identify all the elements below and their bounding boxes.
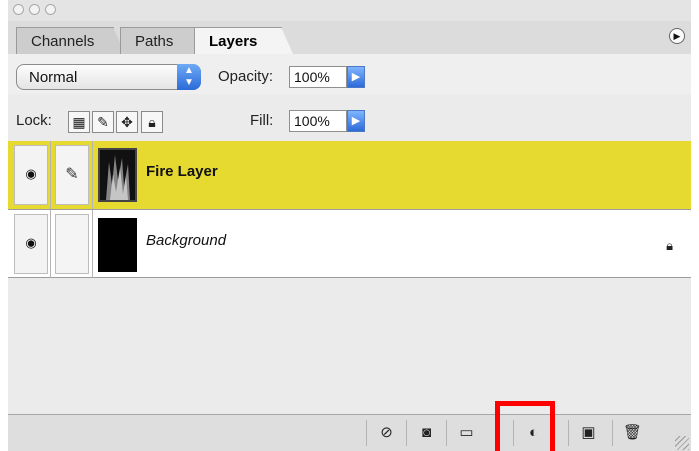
layer-row-background[interactable]: ◉ Background 🔒︎	[8, 210, 691, 278]
blend-options-row: Normal ▲ ▼ Opacity: 100% ▶	[8, 54, 691, 94]
layer-name[interactable]: Fire Layer	[146, 163, 218, 180]
fill-input[interactable]: 100%	[289, 110, 347, 132]
new-group-icon[interactable]: ▭	[446, 420, 486, 446]
divider	[50, 210, 51, 278]
lock-image-pixels-button[interactable]: ✎	[92, 111, 114, 133]
layer-name[interactable]: Background	[146, 232, 226, 249]
layers-empty-area	[8, 278, 691, 414]
tab-channels[interactable]: Channels	[16, 27, 125, 54]
divider	[92, 210, 93, 278]
eye-icon[interactable]: ◉	[14, 214, 48, 274]
lock-position-button[interactable]: ✥	[116, 111, 138, 133]
blend-mode-select[interactable]: Normal ▲ ▼	[16, 64, 201, 90]
bottom-toolbar: ⊘ ◙ ▭ ◐ ▣ 🗑︎	[8, 414, 691, 451]
zoom-window-button[interactable]	[45, 4, 56, 15]
lock-icon: 🔒︎	[666, 238, 673, 253]
layer-thumbnail[interactable]	[98, 218, 137, 272]
layer-mask-icon[interactable]: ◙	[406, 420, 446, 446]
resize-grip-icon[interactable]	[675, 436, 689, 450]
tab-bar: Channels Paths Layers ▶	[8, 21, 691, 55]
new-layer-icon[interactable]: ▣	[568, 420, 608, 446]
opacity-slider-arrow-icon[interactable]: ▶	[347, 66, 365, 88]
opacity-input[interactable]: 100%	[289, 66, 347, 88]
link-slot[interactable]	[55, 214, 89, 274]
lock-label: Lock:	[16, 112, 52, 129]
layer-thumbnail[interactable]	[98, 148, 137, 202]
minimize-window-button[interactable]	[29, 4, 40, 15]
divider	[50, 141, 51, 209]
lock-transparent-pixels-button[interactable]: ▦	[68, 111, 90, 133]
fill-slider-arrow-icon[interactable]: ▶	[347, 110, 365, 132]
opacity-label: Opacity:	[218, 68, 274, 85]
select-arrows-icon: ▲ ▼	[177, 64, 201, 90]
title-bar	[8, 0, 691, 21]
brush-icon[interactable]: ✎	[55, 145, 89, 205]
tab-layers[interactable]: Layers	[194, 27, 293, 55]
close-window-button[interactable]	[13, 4, 24, 15]
adjustment-layer-highlight	[495, 401, 555, 451]
divider	[92, 141, 93, 209]
panel-menu-icon[interactable]: ▶	[669, 28, 685, 44]
lock-all-button[interactable]: 🔒︎	[141, 111, 163, 133]
fire-thumbnail-image	[100, 150, 135, 200]
tab-paths[interactable]: Paths	[120, 27, 209, 54]
fill-label: Fill:	[250, 112, 274, 129]
layer-style-icon[interactable]: ⊘	[366, 420, 406, 446]
layer-row-fire[interactable]: ◉ ✎ Fire Layer	[8, 141, 691, 210]
eye-icon[interactable]: ◉	[14, 145, 48, 205]
trash-icon[interactable]: 🗑︎	[612, 420, 652, 446]
layers-panel: Channels Paths Layers ▶ Normal ▲ ▼ Opacit…	[8, 0, 691, 451]
